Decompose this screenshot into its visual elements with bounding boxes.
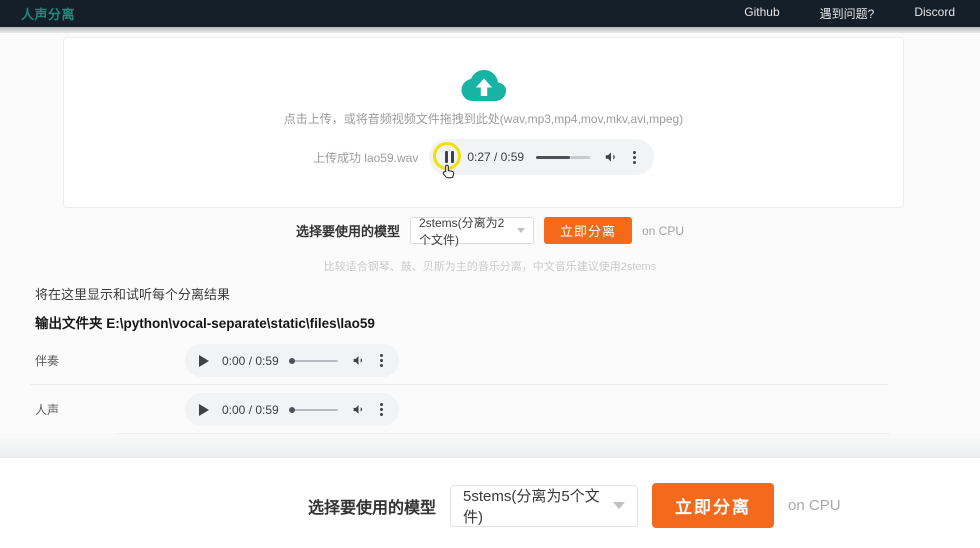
play-button[interactable] xyxy=(199,354,209,367)
model-select-label: 选择要使用的模型 xyxy=(308,499,437,517)
uploaded-audio-player: 0:27 / 0:59 xyxy=(429,139,655,179)
player-time: 0:00 / 0:59 xyxy=(222,353,279,368)
separate-now-button[interactable]: 立即分离 xyxy=(652,483,775,528)
result-label: 人声 xyxy=(35,403,60,417)
app-title: 人声分离 xyxy=(21,7,76,22)
volume-icon xyxy=(605,152,615,162)
device-label: on CPU xyxy=(642,223,685,238)
accompaniment-audio-player: 0:00 / 0:59 xyxy=(185,344,399,377)
chevron-down-icon xyxy=(613,502,626,509)
row-divider xyxy=(30,384,888,385)
player-menu-button[interactable] xyxy=(631,149,638,166)
result-row-accompaniment: 伴奏 0:00 / 0:59 xyxy=(35,344,399,377)
seek-bar[interactable] xyxy=(288,357,338,364)
upload-cloud-icon xyxy=(461,70,506,101)
row-divider xyxy=(115,433,890,434)
pause-button[interactable] xyxy=(433,142,462,179)
navbar-shadow xyxy=(0,27,980,33)
nav-discord-link[interactable]: Discord xyxy=(914,5,955,22)
result-label: 伴奏 xyxy=(35,354,60,368)
nav-github-link[interactable]: Github xyxy=(744,5,779,22)
chevron-down-icon xyxy=(516,228,525,233)
bottom-model-selector-row: 选择要使用的模型 5stems(分离为5个文件) 立即分离 on CPU xyxy=(308,483,841,528)
results-heading: 将在这里显示和试听每个分离结果 xyxy=(35,287,231,302)
nav-help-link[interactable]: 遇到问题? xyxy=(820,5,875,22)
model-dropdown[interactable]: 5stems(分离为5个文件) xyxy=(450,484,639,527)
model-dropdown-value: 5stems(分离为5个文件) xyxy=(463,487,600,526)
seek-bar-fill xyxy=(536,155,570,159)
model-dropdown[interactable]: 2stems(分离为2个文件) xyxy=(409,216,534,247)
vocals-audio-player: 0:00 / 0:59 xyxy=(185,393,399,426)
result-row-vocals: 人声 0:00 / 0:59 xyxy=(35,393,399,426)
player-menu-button[interactable] xyxy=(378,401,385,418)
model-note: 比较适合钢琴、鼓、贝斯为主的音乐分离，中文音乐建议使用2stems xyxy=(323,261,657,273)
volume-button[interactable] xyxy=(352,403,365,416)
model-dropdown-value: 2stems(分离为2个文件) xyxy=(418,215,505,247)
navbar: 人声分离 Github 遇到问题? Discord xyxy=(0,0,980,27)
upload-hint-text: 点击上传，或将音频视频文件拖拽到此处(wav,mp3,mp4,mov,mkv,a… xyxy=(283,112,684,126)
separate-now-button[interactable]: 立即分离 xyxy=(543,217,632,244)
player-menu-button[interactable] xyxy=(378,352,385,369)
upload-dropzone[interactable]: 点击上传，或将音频视频文件拖拽到此处(wav,mp3,mp4,mov,mkv,a… xyxy=(63,37,904,208)
volume-button[interactable] xyxy=(604,150,618,164)
volume-button[interactable] xyxy=(352,354,365,367)
uploaded-file-row: 上传成功 lao59.wav 0:27 / 0:59 xyxy=(312,139,655,179)
player-time: 0:27 / 0:59 xyxy=(467,150,525,164)
player-time: 0:00 / 0:59 xyxy=(222,402,279,417)
model-selector-row: 选择要使用的模型 2stems(分离为2个文件) 立即分离 on CPU xyxy=(0,216,980,247)
section-fade xyxy=(0,433,980,458)
seek-thumb[interactable] xyxy=(288,406,295,413)
play-button[interactable] xyxy=(199,403,209,416)
seek-bar[interactable] xyxy=(288,406,338,413)
mouse-cursor-icon xyxy=(443,164,455,179)
device-label: on CPU xyxy=(788,497,841,514)
pause-icon xyxy=(445,151,455,163)
upload-status-text: 上传成功 lao59.wav xyxy=(312,150,419,165)
output-folder-path: E:\python\vocal-separate\static\files\la… xyxy=(106,316,375,331)
volume-icon xyxy=(353,356,362,365)
model-select-label: 选择要使用的模型 xyxy=(295,224,400,239)
bottom-panel: 选择要使用的模型 5stems(分离为5个文件) 立即分离 on CPU xyxy=(0,458,980,548)
nav-links: Github 遇到问题? Discord xyxy=(744,5,959,22)
seek-bar[interactable] xyxy=(536,155,591,159)
volume-icon xyxy=(353,405,362,414)
output-folder-label: 输出文件夹 xyxy=(35,316,103,331)
seek-thumb[interactable] xyxy=(288,357,295,364)
output-folder-line: 输出文件夹 E:\python\vocal-separate\static\fi… xyxy=(35,312,375,332)
